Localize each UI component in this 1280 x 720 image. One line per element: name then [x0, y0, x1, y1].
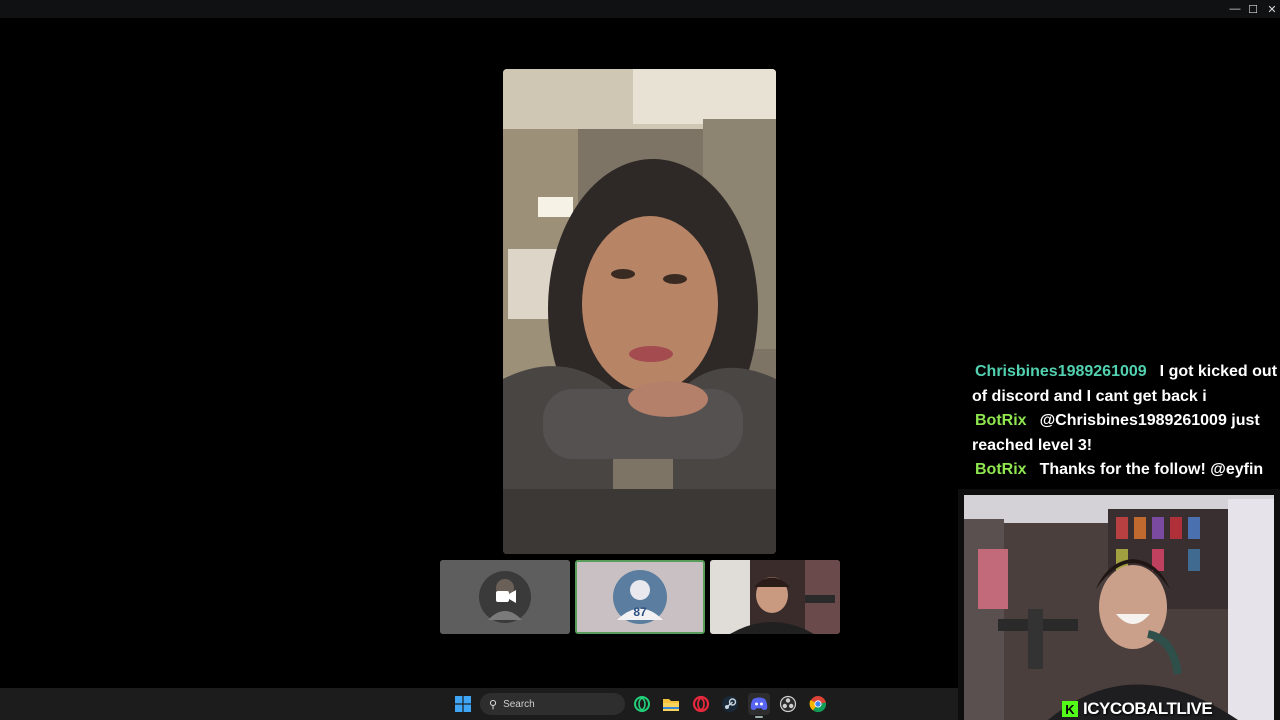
chat-message: BotRix Thanks for the follow! @eyfin [966, 458, 1280, 483]
chat-username: BotRix [975, 412, 1027, 429]
search-label: Search [503, 698, 535, 710]
steam-icon[interactable] [719, 693, 741, 715]
chrome-icon[interactable] [807, 693, 829, 715]
maximize-button[interactable]: ☐ [1243, 0, 1263, 18]
search-icon: ⚲ [489, 698, 498, 711]
chat-username: Chrisbines1989261009 [975, 363, 1147, 380]
opera-icon[interactable] [690, 693, 712, 715]
active-app-indicator [755, 716, 763, 718]
participant-tile-camera-off[interactable] [440, 560, 570, 634]
chat-text: Thanks for the follow! @eyfin [1039, 461, 1264, 478]
svg-text:87: 87 [633, 605, 647, 619]
main-participant-video[interactable] [503, 69, 776, 554]
windows-start-icon[interactable] [452, 693, 474, 715]
close-button[interactable]: ✕ [1262, 0, 1280, 18]
camera-off-icon [496, 590, 516, 603]
stream-chat-overlay: Chrisbines1989261009 I got kicked out of … [966, 360, 1280, 483]
file-explorer-icon[interactable] [660, 693, 682, 715]
minimize-button[interactable]: — [1225, 0, 1245, 18]
kick-channel-badge: K ICYCOBALTLIVE [1062, 698, 1213, 720]
taskbar-search[interactable]: ⚲ Search [480, 693, 625, 715]
discord-icon[interactable] [748, 693, 770, 715]
streamer-webcam-overlay [958, 489, 1280, 720]
window-titlebar: — ☐ ✕ [0, 0, 1280, 18]
opera-gx-icon[interactable] [631, 693, 653, 715]
participant-tile-avatar[interactable]: 87 [575, 560, 705, 634]
chat-message: BotRix @Chrisbines1989261009 just reached… [966, 409, 1280, 458]
channel-name: ICYCOBALTLIVE [1083, 699, 1213, 718]
participant-tile-streamer[interactable] [710, 560, 840, 634]
kick-logo-icon: K [1062, 701, 1078, 717]
chat-message: Chrisbines1989261009 I got kicked out of … [966, 360, 1280, 409]
obs-icon[interactable] [777, 693, 799, 715]
chat-username: BotRix [975, 461, 1027, 478]
